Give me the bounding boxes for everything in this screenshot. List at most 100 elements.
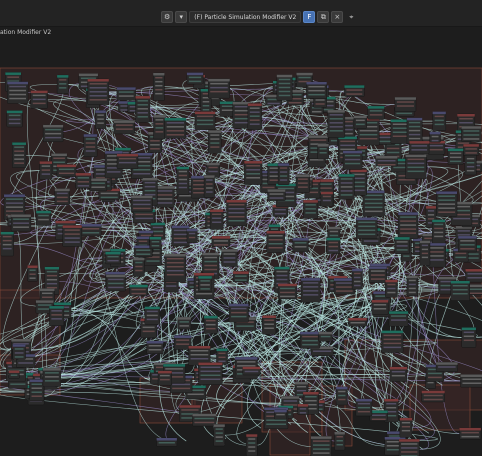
node-socket-row	[148, 344, 162, 347]
duplicate-icon[interactable]: ⧉	[317, 11, 330, 23]
node-header	[352, 268, 363, 272]
node-socket-row	[178, 174, 188, 177]
node-socket-row	[236, 325, 254, 327]
node-header	[463, 144, 479, 147]
node-socket-row	[421, 244, 428, 247]
node-socket-row	[178, 186, 188, 189]
node-socket-row	[206, 323, 216, 326]
close-icon[interactable]: ×	[331, 11, 344, 23]
node-socket-row	[176, 339, 190, 341]
node	[39, 161, 53, 180]
node-socket-row	[150, 140, 160, 142]
node-header	[133, 257, 145, 261]
node	[242, 366, 261, 376]
node-body	[461, 327, 477, 348]
node	[116, 153, 139, 169]
node-socket-row	[133, 169, 151, 171]
node-socket-row	[329, 114, 343, 116]
node-socket-row	[210, 142, 220, 144]
node-socket-row	[137, 116, 148, 118]
node-socket-row	[278, 78, 291, 81]
node-socket-row	[264, 323, 274, 325]
node-socket-row	[463, 130, 480, 132]
node-header	[142, 177, 158, 181]
node-header	[186, 72, 204, 76]
node-canvas[interactable]	[0, 0, 482, 456]
node-socket-row	[6, 198, 23, 200]
node-socket-row	[204, 256, 218, 259]
node-header	[105, 251, 121, 255]
node-socket-row	[212, 221, 222, 223]
node-header	[317, 144, 329, 147]
node-socket-row	[428, 247, 444, 249]
node-socket-row	[305, 399, 317, 402]
pin-icon[interactable]: ⌖	[345, 11, 357, 23]
node-header	[267, 189, 286, 192]
node	[335, 386, 348, 406]
node-socket-row	[204, 260, 218, 263]
node	[342, 150, 363, 170]
node-socket-row	[401, 425, 411, 428]
node-header	[370, 263, 391, 267]
node-socket-row	[322, 199, 331, 202]
node-socket-row	[462, 382, 482, 384]
node-socket-row	[278, 90, 291, 93]
node-header	[350, 169, 367, 173]
node-socket-row	[187, 393, 204, 396]
node	[208, 130, 222, 154]
node	[56, 74, 69, 94]
fake-user-icon[interactable]: F	[303, 11, 316, 23]
node-tree-name-field[interactable]: (F) Particle Simulation Modifier V2	[189, 11, 302, 23]
node-socket-row	[190, 357, 209, 360]
node-header	[389, 366, 407, 370]
node-header	[369, 410, 388, 414]
node	[203, 175, 215, 198]
node-socket-row	[155, 127, 164, 129]
node-header	[262, 315, 276, 318]
node-header	[110, 249, 126, 252]
node-header	[276, 74, 293, 78]
node-socket-row	[237, 365, 256, 367]
node-header	[158, 370, 172, 374]
node-header	[30, 90, 48, 94]
node-socket-row	[463, 331, 474, 334]
node-socket-row	[423, 398, 443, 401]
node	[297, 403, 309, 415]
node-socket-row	[407, 162, 425, 165]
node-socket-row	[396, 245, 408, 247]
node-header	[179, 405, 201, 408]
node-socket-row	[278, 187, 295, 190]
node	[6, 110, 23, 128]
node-socket-row	[408, 121, 421, 124]
node-socket-row	[212, 217, 222, 219]
node	[30, 90, 48, 109]
node-socket-row	[434, 115, 444, 118]
node-socket-row	[274, 208, 286, 211]
node	[327, 109, 346, 138]
node-header	[116, 87, 136, 90]
node-socket-row	[335, 290, 353, 292]
node-header	[409, 141, 430, 144]
node-socket-row	[383, 334, 402, 337]
node-socket-row	[9, 85, 27, 88]
node	[56, 164, 77, 178]
node	[371, 299, 389, 315]
node	[171, 225, 190, 247]
node-tree-selector-icon[interactable]: ▾	[175, 11, 188, 23]
node-socket-row	[46, 286, 58, 289]
node-socket-row	[346, 93, 363, 95]
node-socket-row	[234, 113, 249, 116]
node-socket-row	[335, 282, 353, 284]
node-header	[146, 340, 164, 344]
node-socket-row	[37, 304, 52, 306]
node-socket-row	[370, 278, 385, 280]
node-editor-icon[interactable]: ⚙	[161, 11, 174, 23]
node-socket-row	[276, 274, 288, 277]
node-socket-row	[210, 82, 228, 85]
node-socket-row	[391, 374, 405, 377]
node-socket-row	[345, 158, 361, 161]
node-socket-row	[234, 109, 249, 112]
node-socket-row	[223, 253, 236, 255]
node-socket-row	[407, 158, 425, 161]
node	[186, 228, 198, 244]
